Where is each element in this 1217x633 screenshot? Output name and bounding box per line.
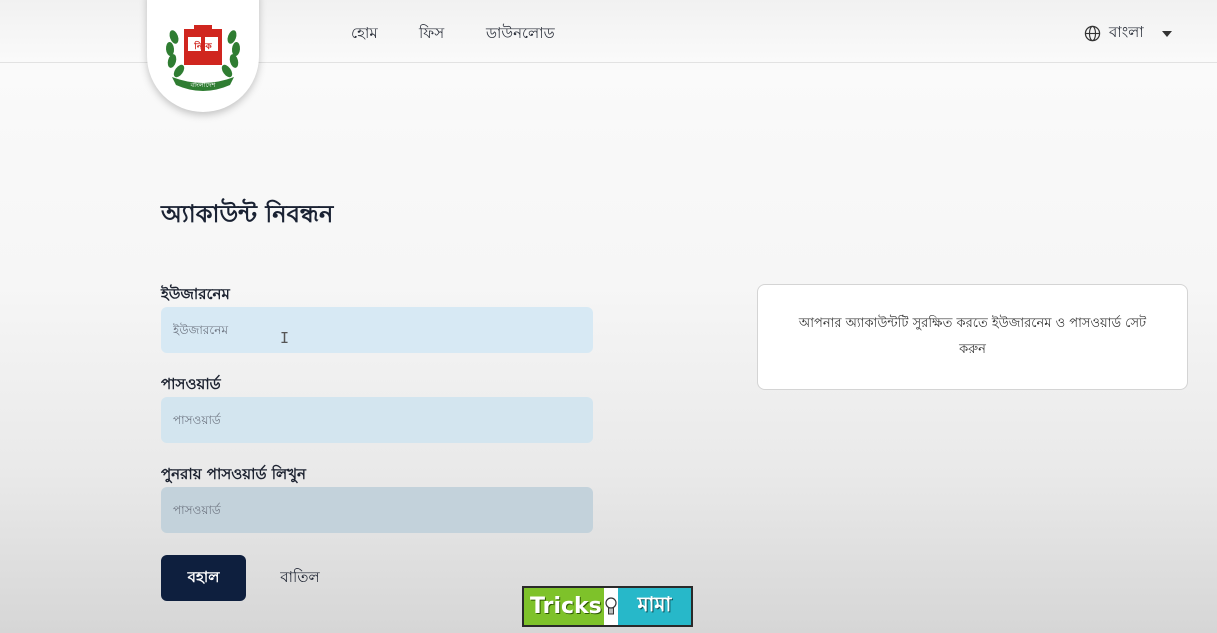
username-input[interactable] — [161, 307, 593, 353]
confirm-password-input[interactable] — [161, 487, 593, 533]
nav-fees[interactable]: ফিস — [419, 22, 444, 47]
submit-button[interactable]: বহাল — [161, 555, 246, 601]
chevron-down-icon — [1161, 30, 1172, 37]
confirm-password-label: পুনরায় পাসওয়ার্ড লিখুন — [161, 465, 306, 483]
password-label: পাসওয়ার্ড — [161, 375, 221, 393]
globe-icon — [1084, 25, 1101, 42]
logo-emblem-icon: নি ক বাংলাদেশ — [165, 25, 241, 91]
top-navbar: নি ক বাংলাদেশ হোম ফিস ডাউনলোড বাংলা — [0, 0, 1217, 112]
text-cursor-icon: I — [280, 329, 290, 347]
username-label: ইউজারনেম — [161, 285, 230, 303]
watermark-bangla-text: মামা — [617, 588, 691, 625]
logo-ballot-letters: নি ক — [193, 40, 212, 52]
nav-home[interactable]: হোম — [351, 22, 378, 47]
tricks-mama-watermark: Tricks মামা — [522, 586, 693, 627]
election-commission-logo[interactable]: নি ক বাংলাদেশ — [147, 0, 259, 112]
logo-ribbon-text: বাংলাদেশ — [190, 81, 217, 89]
info-box: আপনার অ্যাকাউন্টটি সুরক্ষিত করতে ইউজারনে… — [757, 284, 1188, 390]
watermark-english-text: Tricks — [524, 588, 604, 625]
lightbulb-icon — [604, 588, 618, 625]
nav-download[interactable]: ডাউনলোড — [486, 22, 555, 47]
info-text: আপনার অ্যাকাউন্টটি সুরক্ষিত করতে ইউজারনে… — [798, 316, 1147, 357]
password-input[interactable] — [161, 397, 593, 443]
cancel-button[interactable]: বাতিল — [262, 555, 338, 601]
page-title: অ্যাকাউন্ট নিবন্ধন — [161, 200, 334, 228]
language-label: বাংলা — [1109, 23, 1144, 41]
language-selector[interactable]: বাংলা — [1084, 21, 1172, 46]
